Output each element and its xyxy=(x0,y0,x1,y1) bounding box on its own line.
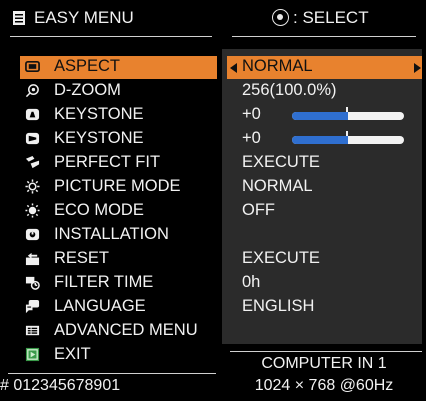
menu-item-filter-time[interactable]: FILTER TIME 0h xyxy=(0,272,426,296)
zoom-icon xyxy=(25,84,39,98)
menu-item-advanced-menu[interactable]: ADVANCED MENU xyxy=(0,320,426,344)
menu-item-label: ECO MODE xyxy=(54,201,144,219)
exit-icon xyxy=(25,347,40,362)
menu-item-value: 0h xyxy=(242,273,261,291)
menu-item-picture-mode[interactable]: PICTURE MODE NORMAL xyxy=(0,176,426,200)
reset-icon xyxy=(25,252,40,266)
menu-item-label: ADVANCED MENU xyxy=(54,321,198,339)
menu-item-label: KEYSTONE xyxy=(54,129,144,147)
perfect-fit-icon xyxy=(25,155,40,169)
keystone-horizontal-slider[interactable] xyxy=(292,136,404,144)
select-dial-icon xyxy=(272,9,289,26)
menu-item-perfect-fit[interactable]: PERFECT FIT EXECUTE xyxy=(0,152,426,176)
menu-item-label: D-ZOOM xyxy=(54,81,121,99)
menu-item-reset[interactable]: RESET EXECUTE xyxy=(0,248,426,272)
menu-item-label: RESET xyxy=(54,249,110,267)
menu-item-value: OFF xyxy=(242,201,275,219)
menu-item-d-zoom[interactable]: D-ZOOM 256(100.0%) xyxy=(0,80,426,104)
header-divider xyxy=(10,36,212,37)
menu-item-keystone-horizontal[interactable]: KEYSTONE +0 xyxy=(0,128,426,152)
menu-title: EASY MENU xyxy=(34,8,134,27)
menu-list-icon xyxy=(13,11,25,25)
signal-info: 1024 × 768 @60Hz xyxy=(254,377,394,394)
menu-item-value: EXECUTE xyxy=(242,249,320,267)
menu-item-label: FILTER TIME xyxy=(54,273,154,291)
arrow-right-icon[interactable] xyxy=(414,63,421,73)
aspect-icon xyxy=(25,60,40,73)
menu-item-label: LANGUAGE xyxy=(54,297,146,315)
installation-icon xyxy=(25,228,40,241)
select-hint: : SELECT xyxy=(272,8,369,28)
keystone-vertical-icon xyxy=(25,108,40,121)
menu-item-value: NORMAL xyxy=(242,57,313,75)
picture-mode-icon xyxy=(25,179,40,194)
footer-divider xyxy=(8,373,216,374)
slider-fill xyxy=(292,112,348,120)
menu-item-value: NORMAL xyxy=(242,177,313,195)
select-hint-label: : SELECT xyxy=(293,8,369,27)
input-source: COMPUTER IN 1 xyxy=(261,355,387,372)
keystone-vertical-slider[interactable] xyxy=(292,112,404,120)
menu-item-label: PERFECT FIT xyxy=(54,153,161,171)
menu-item-value: EXECUTE xyxy=(242,153,320,171)
header-divider-right xyxy=(232,36,416,37)
menu-item-eco-mode[interactable]: ECO MODE OFF xyxy=(0,200,426,224)
eco-mode-icon xyxy=(25,203,40,218)
menu-item-keystone-vertical[interactable]: KEYSTONE +0 xyxy=(0,104,426,128)
menu-item-label: ASPECT xyxy=(54,57,121,75)
menu-item-label: PICTURE MODE xyxy=(54,177,181,195)
menu-item-language[interactable]: LANGUAGE ENGLISH xyxy=(0,296,426,320)
filter-icon xyxy=(25,276,40,290)
keystone-horizontal-icon xyxy=(25,132,40,145)
menu-item-aspect[interactable]: ASPECT NORMAL xyxy=(0,56,426,80)
slider-center-mark xyxy=(346,107,348,112)
slider-center-mark xyxy=(346,131,348,136)
menu-item-label: KEYSTONE xyxy=(54,105,144,123)
advanced-menu-icon xyxy=(25,325,40,336)
slider-fill xyxy=(292,136,348,144)
menu-item-value: 256(100.0%) xyxy=(242,81,337,99)
arrow-left-icon[interactable] xyxy=(230,63,237,73)
source-divider xyxy=(230,351,422,352)
menu-item-value: +0 xyxy=(242,129,261,147)
menu-item-label: INSTALLATION xyxy=(54,225,169,243)
language-icon xyxy=(25,299,40,314)
serial-number: # 012345678901 xyxy=(0,377,121,394)
menu-item-label: EXIT xyxy=(54,345,91,363)
menu-item-value: ENGLISH xyxy=(242,297,315,315)
menu-item-value: +0 xyxy=(242,105,261,123)
menu-item-installation[interactable]: INSTALLATION xyxy=(0,224,426,248)
